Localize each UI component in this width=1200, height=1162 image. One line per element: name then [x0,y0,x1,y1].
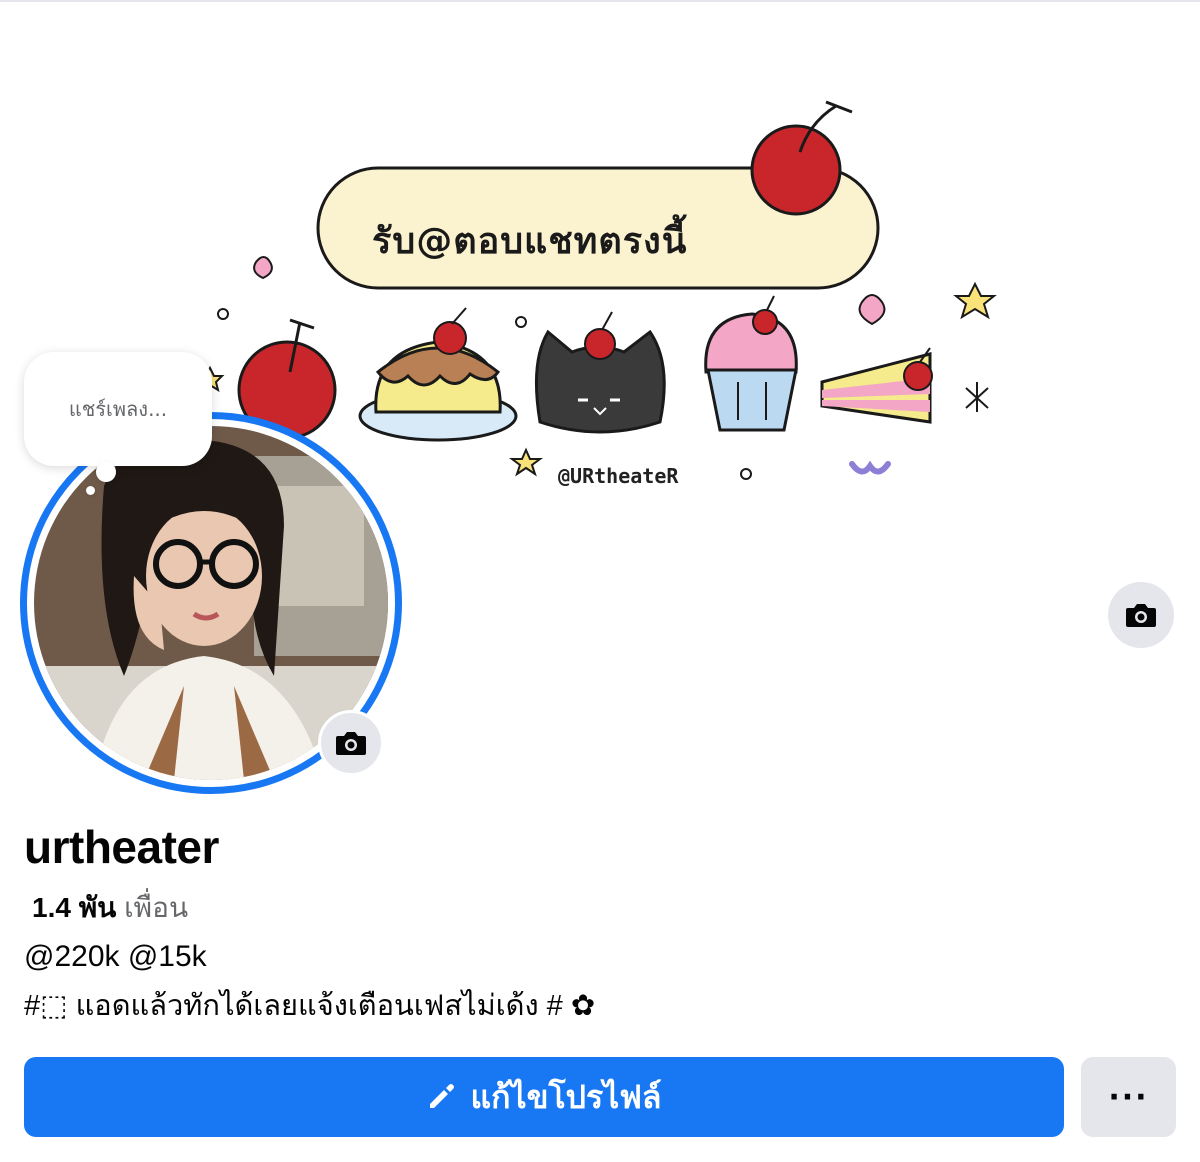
more-icon: ··· [1108,1079,1149,1115]
bio-line-2: #⬚ แอดแล้วทักได้เลยแจ้งเตือนเฟสไม่เด้ง #… [24,990,596,1022]
friends-count-label: เพื่อน [124,892,189,923]
share-note-bubble[interactable]: แชร์เพลง... [24,352,212,466]
friends-count[interactable]: 1.4 พัน เพื่อน [32,886,188,930]
cover-watermark: @URtheateR [558,464,679,488]
camera-icon [1126,604,1156,627]
edit-profile-label: แก้ไขโปรไฟล์ [470,1078,662,1115]
edit-profile-button[interactable]: แก้ไขโปรไฟล์ [24,1057,1064,1137]
bio-line-1: @220k @15k [24,940,207,973]
cover-camera-button[interactable] [1108,582,1174,648]
profile-name: urtheater [24,821,219,873]
more-options-button[interactable]: ··· [1081,1057,1176,1137]
note-placeholder: แชร์เพลง... [68,397,168,421]
profile-picture-camera-button[interactable] [318,710,384,776]
pencil-icon [430,1084,455,1108]
friends-count-value: 1.4 พัน [32,892,117,923]
camera-icon [336,732,366,755]
note-bubble-tail-small [86,486,95,495]
note-bubble-tail-large [96,462,116,482]
cover-banner-text: รับ@ตอบแชทตรงนี้ [372,221,688,262]
